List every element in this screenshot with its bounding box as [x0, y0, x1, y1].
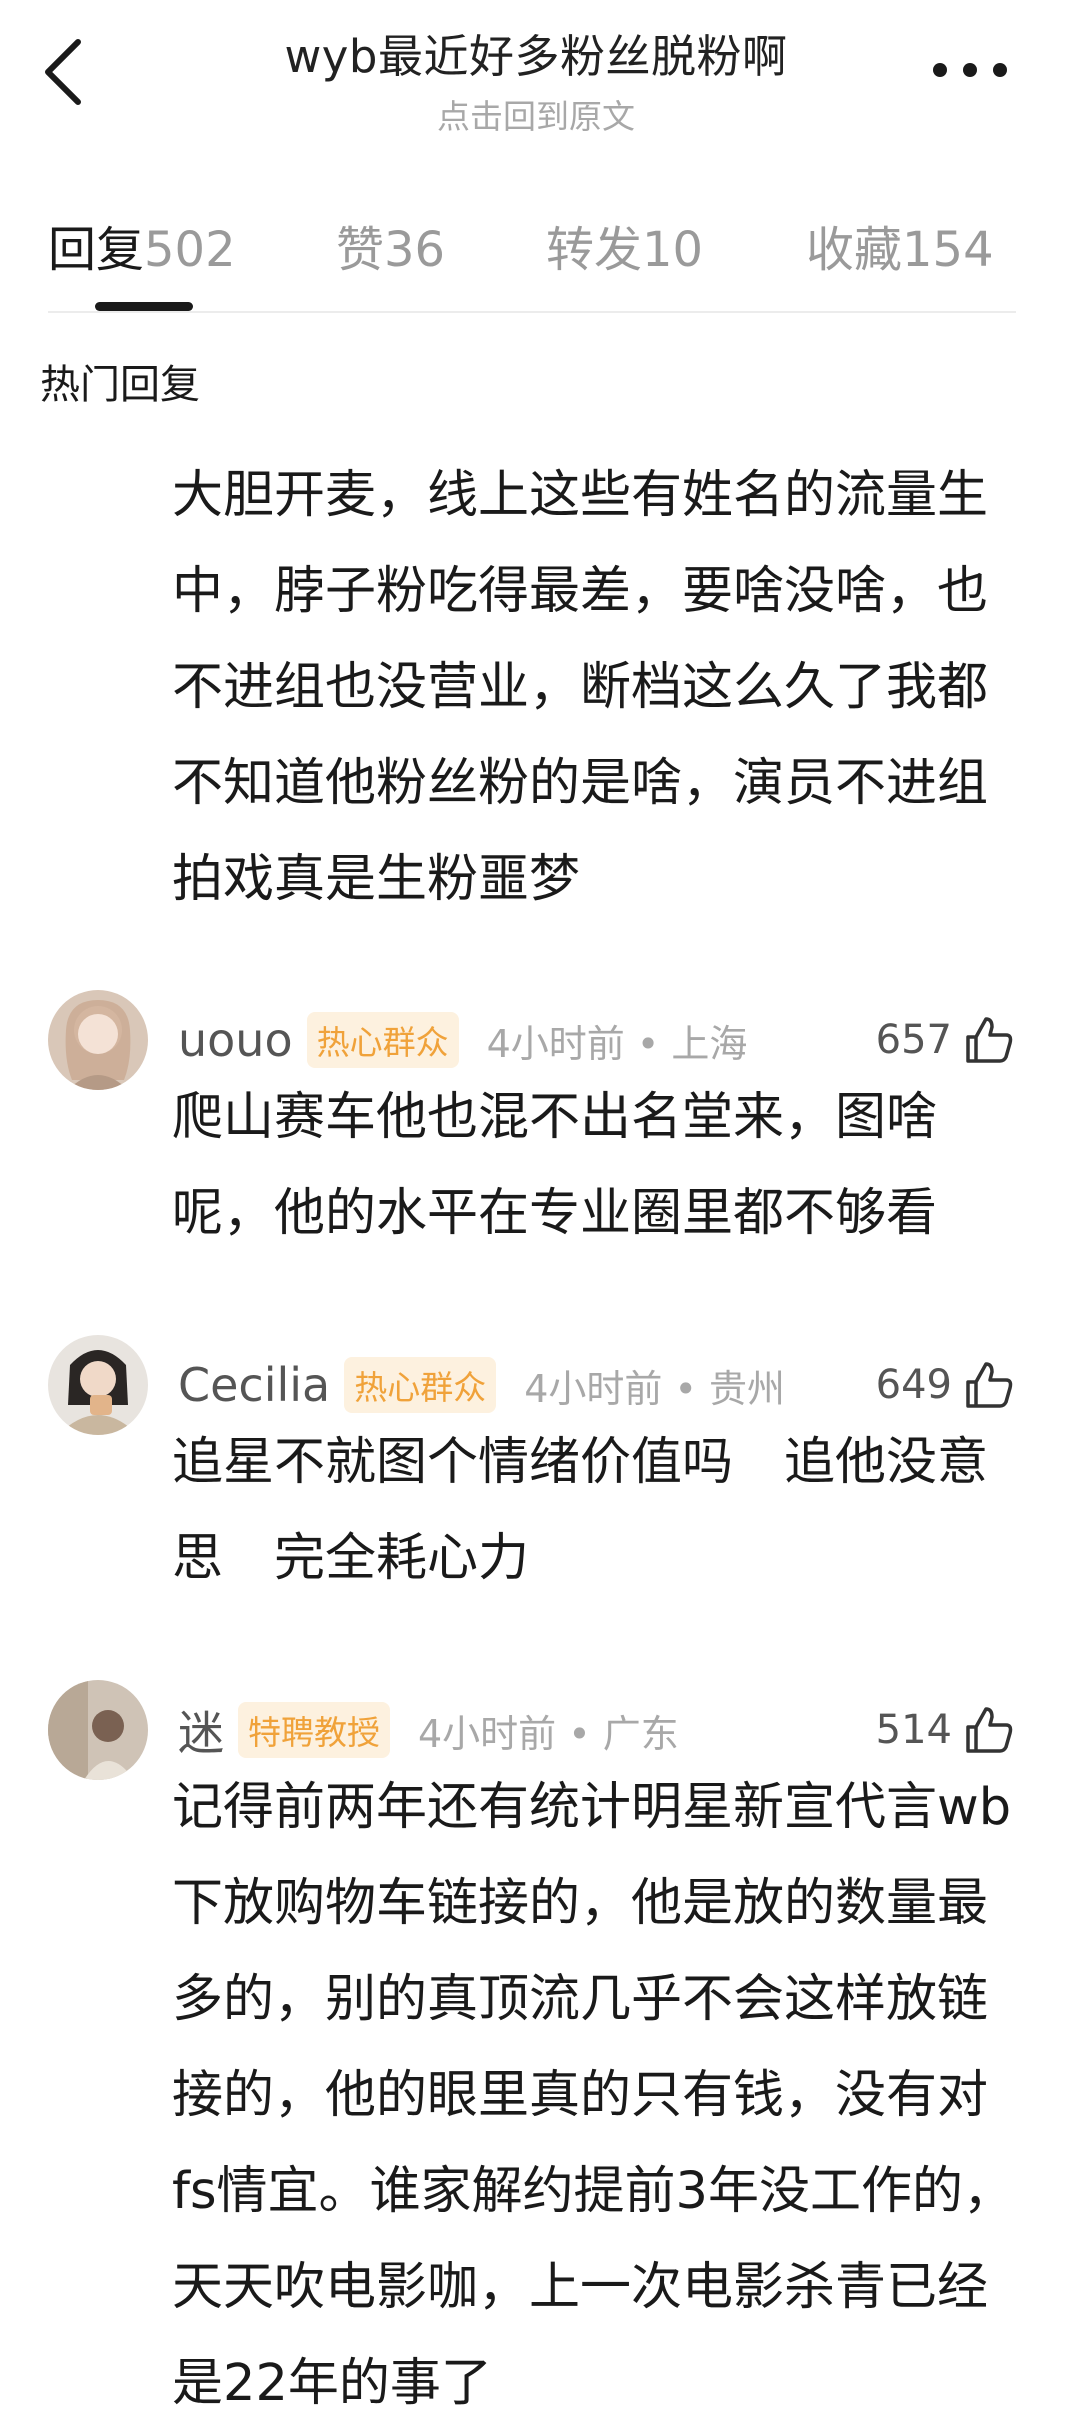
- tab-bar: 回复502 赞36 转发10 收藏154: [0, 210, 1072, 290]
- tab-replies[interactable]: 回复502: [48, 210, 236, 280]
- thumbs-up-icon: [962, 1013, 1016, 1067]
- like-button[interactable]: 649: [876, 1355, 1016, 1415]
- comment-text: 记得前两年还有统计明星新宣代言wb下放购物车链接的，他是放的数量最多的，别的真顶…: [172, 1778, 1014, 2413]
- user-badge: 热心群众: [344, 1357, 497, 1413]
- thumbs-up-icon: [962, 1703, 1016, 1757]
- section-heading: 热门回复: [40, 362, 200, 408]
- divider: [48, 311, 1016, 313]
- like-count: 649: [875, 1362, 952, 1408]
- time-location: 4小时前 • 广东: [418, 1711, 679, 1756]
- comment-text: 追星不就图个情绪价值吗 追他没意思 完全耗心力: [172, 1433, 989, 1588]
- username[interactable]: uouo: [178, 1013, 293, 1067]
- comment-meta: Cecilia 热心群众 4小时前 • 贵州: [178, 1355, 785, 1415]
- comment-meta: 迷 特聘教授 4小时前 • 广东: [178, 1700, 679, 1760]
- like-button[interactable]: 657: [876, 1010, 1016, 1070]
- page-title: wyb最近好多粉丝脱粉啊: [284, 30, 788, 83]
- active-tab-indicator: [95, 302, 193, 311]
- username[interactable]: 迷: [178, 1697, 224, 1763]
- tab-count: 10: [642, 222, 704, 278]
- user-badge: 热心群众: [306, 1012, 459, 1068]
- username[interactable]: Cecilia: [178, 1358, 330, 1412]
- like-count: 657: [875, 1017, 952, 1063]
- comment-page: wyb最近好多粉丝脱粉啊 点击回到原文 回复502 赞36 转发10 收藏154…: [0, 0, 1072, 2436]
- comment-meta: uouo 热心群众 4小时前 • 上海: [178, 1010, 747, 1070]
- avatar[interactable]: [48, 990, 148, 1090]
- tab-favorites[interactable]: 收藏154: [806, 210, 994, 280]
- more-button[interactable]: [920, 50, 1020, 90]
- tab-label: 回复: [48, 222, 145, 278]
- tab-label: 收藏: [806, 222, 903, 278]
- tab-likes[interactable]: 赞36: [336, 210, 445, 280]
- back-to-original-link[interactable]: 点击回到原文: [200, 90, 872, 138]
- back-arrow-icon: [45, 39, 81, 105]
- time-location: 4小时前 • 上海: [486, 1021, 748, 1066]
- user-badge: 特聘教授: [238, 1702, 390, 1758]
- tab-count: 502: [144, 222, 236, 278]
- tab-reposts[interactable]: 转发10: [546, 210, 703, 280]
- avatar[interactable]: [48, 1335, 148, 1435]
- avatar-image: [48, 1680, 148, 1780]
- back-button[interactable]: [38, 36, 94, 108]
- reply-text: 大胆开麦，线上这些有姓名的流量生中，脖子粉吃得最差，要啥没啥，也不进组也没营业，…: [172, 466, 989, 909]
- comment-text: 爬山赛车他也混不出名堂来，图啥呢，他的水平在专业圈里都不够看: [172, 1088, 938, 1243]
- tab-label: 转发: [546, 222, 643, 278]
- tab-label: 赞: [336, 222, 385, 278]
- avatar-image: [48, 990, 148, 1090]
- thumbs-up-icon: [962, 1358, 1016, 1412]
- more-dots-icon: [933, 63, 1007, 77]
- avatar-image: [48, 1335, 148, 1435]
- like-button[interactable]: 514: [876, 1700, 1016, 1760]
- like-count: 514: [875, 1707, 952, 1753]
- tab-count: 36: [384, 222, 446, 278]
- time-location: 4小时前 • 贵州: [524, 1366, 785, 1411]
- tab-count: 154: [902, 222, 994, 278]
- avatar[interactable]: [48, 1680, 148, 1780]
